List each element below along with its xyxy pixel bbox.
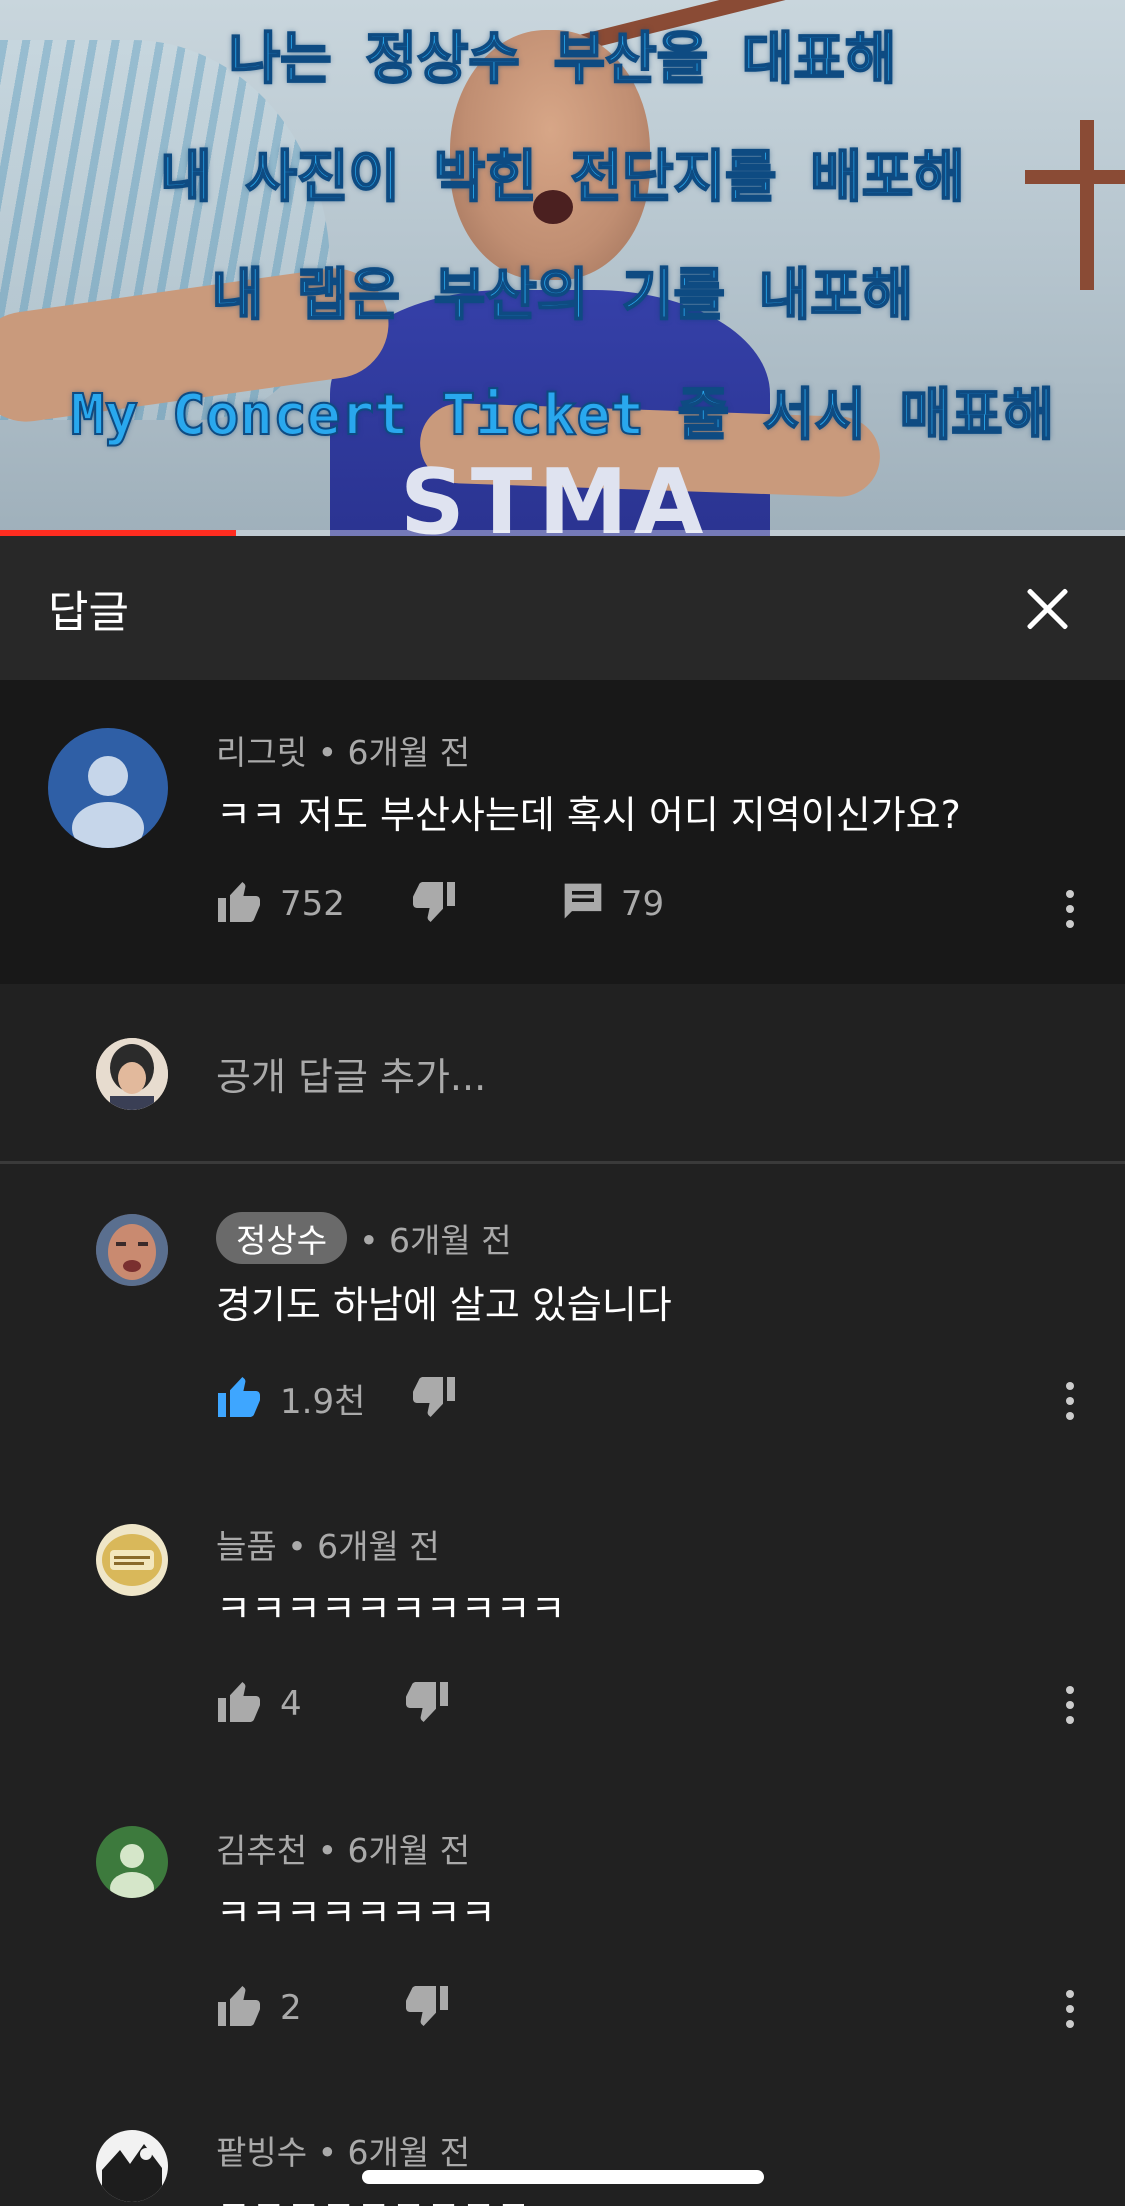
- reply-actions: 4: [216, 1680, 450, 1728]
- like-count: 752: [280, 884, 345, 924]
- reply-text: ㅋㅋㅋㅋㅋㅋㅋㅋㅋㅋ: [216, 1587, 566, 1631]
- reply-meta: 정상수 • 6개월 전: [216, 1212, 512, 1264]
- reply-item: 김추천 • 6개월 전 ㅋㅋㅋㅋㅋㅋㅋㅋ 2: [0, 1768, 1125, 2072]
- reply-input[interactable]: 공개 답글 추가...: [216, 1046, 486, 1101]
- like-count: 4: [280, 1684, 302, 1724]
- reply-icon[interactable]: [561, 880, 605, 928]
- reply-meta: 팥빙수 • 6개월 전: [216, 2133, 471, 2172]
- add-reply-bar[interactable]: 공개 답글 추가...: [0, 984, 1125, 1164]
- like-icon[interactable]: [216, 1984, 264, 2032]
- reply-item: 정상수 • 6개월 전 경기도 하남에 살고 있습니다 1.9천: [0, 1164, 1125, 1464]
- lyric-line: 내 랩은 부산의 기를 내포해: [211, 262, 915, 329]
- default-avatar-icon: [110, 1844, 154, 1898]
- user-photo-icon: [96, 1038, 168, 1110]
- reply-actions: 2: [216, 1984, 450, 2032]
- reply-text: ㅋㅋㅋㅋㅋㅋㅋㅋ: [216, 1891, 496, 1935]
- dislike-icon[interactable]: [409, 880, 457, 928]
- creator-avatar[interactable]: [96, 1214, 168, 1286]
- reply-time: • 6개월 전: [359, 1221, 512, 1260]
- reply-item: 늘품 • 6개월 전 ㅋㅋㅋㅋㅋㅋㅋㅋㅋㅋ 4: [0, 1464, 1125, 1768]
- avatar[interactable]: [96, 1826, 168, 1898]
- close-icon[interactable]: [1017, 578, 1077, 638]
- dislike-icon[interactable]: [402, 1680, 450, 1728]
- comment-text: ㅋㅋ 저도 부산사는데 혹시 어디 지역이신가요?: [216, 793, 961, 837]
- illustration-avatar-icon: [96, 2130, 168, 2202]
- product-photo-icon: [96, 1524, 168, 1596]
- more-options-icon[interactable]: [1066, 1686, 1076, 1724]
- jersey-text: STMA: [400, 450, 710, 536]
- reply-text: 경기도 하남에 살고 있습니다: [216, 1283, 672, 1327]
- avatar[interactable]: [96, 2130, 168, 2202]
- video-player[interactable]: STMA 나는 정상수 부산을 대표해 내 사진이 박힌 전단지를 배포해 내 …: [0, 0, 1125, 536]
- lyric-line: My Concert Ticket 줄 서서 매표해: [70, 382, 1055, 449]
- more-options-icon[interactable]: [1066, 1382, 1076, 1420]
- panel-title: 답글: [48, 587, 129, 638]
- comment-actions: 752 79: [216, 880, 664, 928]
- reply-text: ㅋㅋㅋㅋㅋㅋㅋㅋㅋ: [216, 2184, 531, 2206]
- like-icon[interactable]: [216, 1680, 264, 1728]
- creator-photo-icon: [96, 1214, 168, 1286]
- dislike-icon[interactable]: [409, 1375, 457, 1423]
- like-count: 1.9천: [280, 1382, 366, 1422]
- comment-meta: 리그릿 • 6개월 전: [216, 733, 471, 772]
- replies-panel-header: 답글: [0, 536, 1125, 680]
- home-indicator[interactable]: [362, 2170, 764, 2184]
- lyric-line: 내 사진이 박힌 전단지를 배포해: [159, 144, 966, 211]
- reply-meta: 늘품 • 6개월 전: [216, 1527, 440, 1566]
- avatar[interactable]: [96, 1524, 168, 1596]
- avatar[interactable]: [48, 728, 168, 848]
- default-avatar-icon: [72, 756, 144, 848]
- reply-item: 팥빙수 • 6개월 전 ㅋㅋㅋㅋㅋㅋㅋㅋㅋ: [0, 2072, 1125, 2206]
- more-options-icon[interactable]: [1066, 1990, 1076, 2028]
- more-options-icon[interactable]: [1066, 890, 1076, 928]
- lyric-line: 나는 정상수 부산을 대표해: [228, 26, 898, 93]
- like-count: 2: [280, 1988, 302, 2028]
- parent-comment: 리그릿 • 6개월 전 ㅋㅋ 저도 부산사는데 혹시 어디 지역이신가요? 75…: [0, 680, 1125, 984]
- user-avatar[interactable]: [96, 1038, 168, 1110]
- like-icon[interactable]: [216, 880, 264, 928]
- creator-badge[interactable]: 정상수: [216, 1212, 348, 1264]
- like-icon-active[interactable]: [216, 1375, 264, 1423]
- dislike-icon[interactable]: [402, 1984, 450, 2032]
- reply-meta: 김추천 • 6개월 전: [216, 1831, 471, 1870]
- reply-count: 79: [620, 884, 665, 924]
- reply-actions: 1.9천: [216, 1374, 457, 1423]
